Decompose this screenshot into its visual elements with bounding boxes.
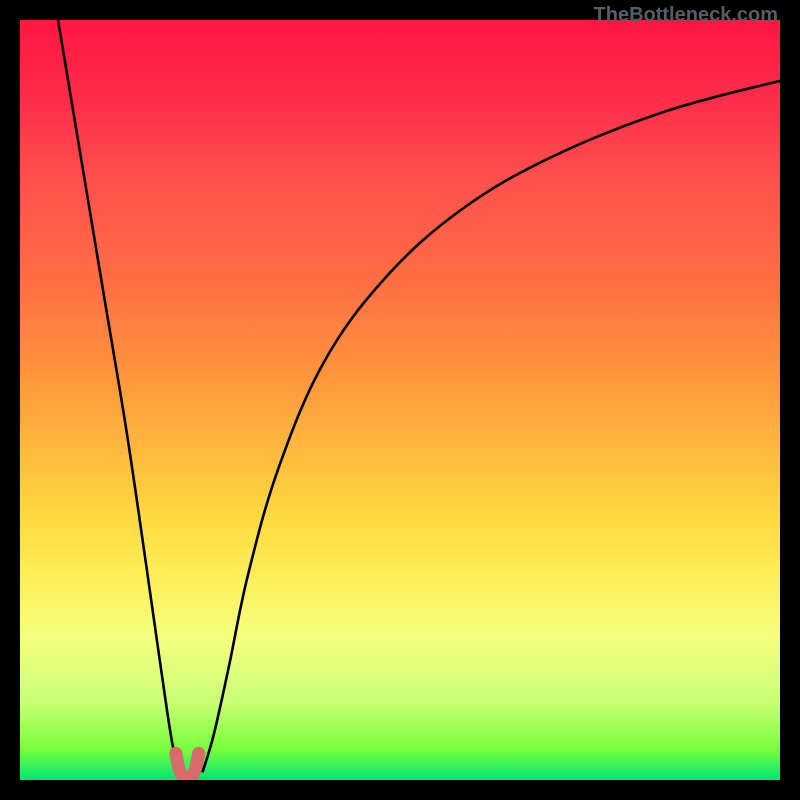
curve-layer <box>20 20 780 780</box>
watermark-text: TheBottleneck.com <box>594 4 778 27</box>
series-left-branch <box>58 20 180 772</box>
chart-frame: TheBottleneck.com <box>0 0 800 800</box>
plot-area <box>20 20 780 780</box>
series-right-branch <box>202 81 780 773</box>
series-bottom-mark <box>176 753 199 777</box>
